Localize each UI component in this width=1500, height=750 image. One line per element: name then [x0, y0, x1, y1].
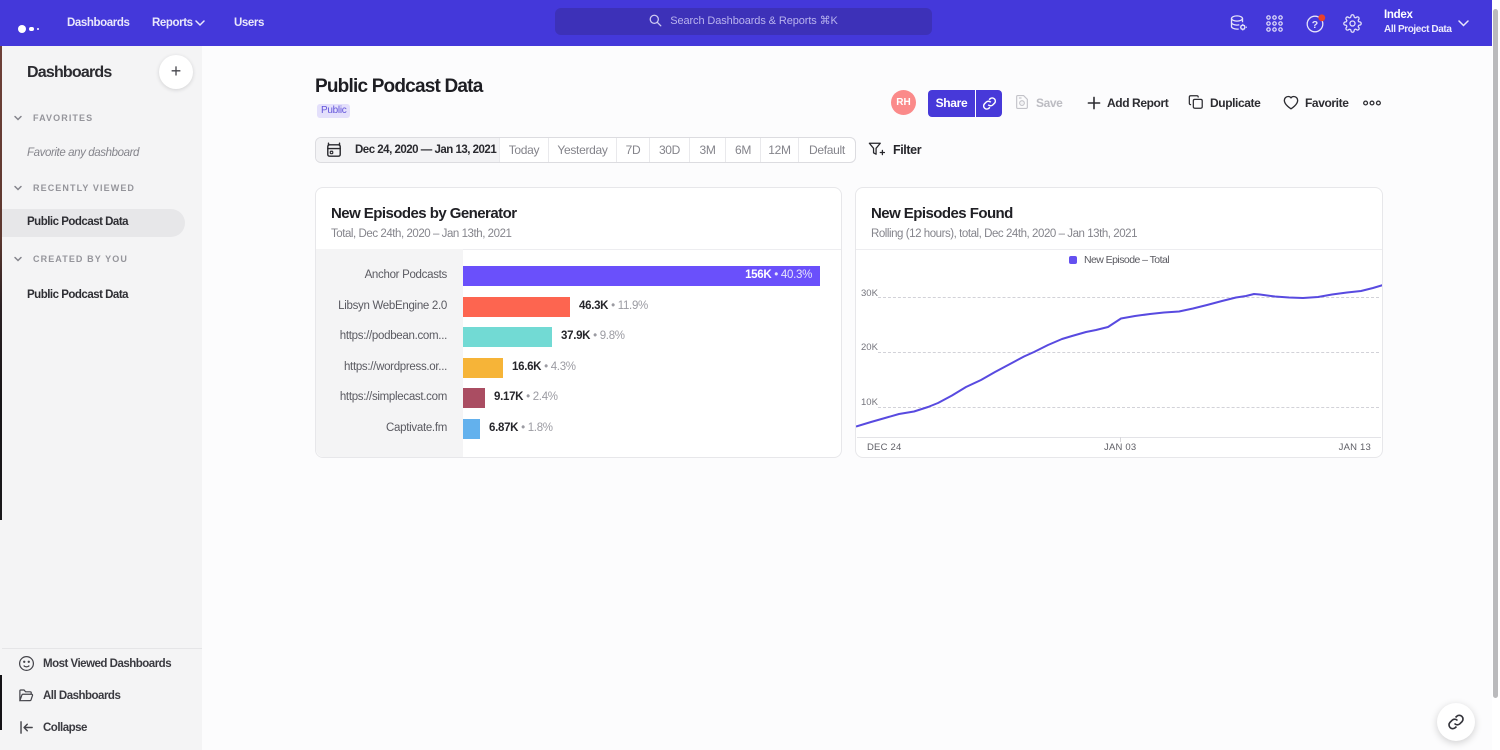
svg-text:?: ? [1312, 19, 1318, 31]
